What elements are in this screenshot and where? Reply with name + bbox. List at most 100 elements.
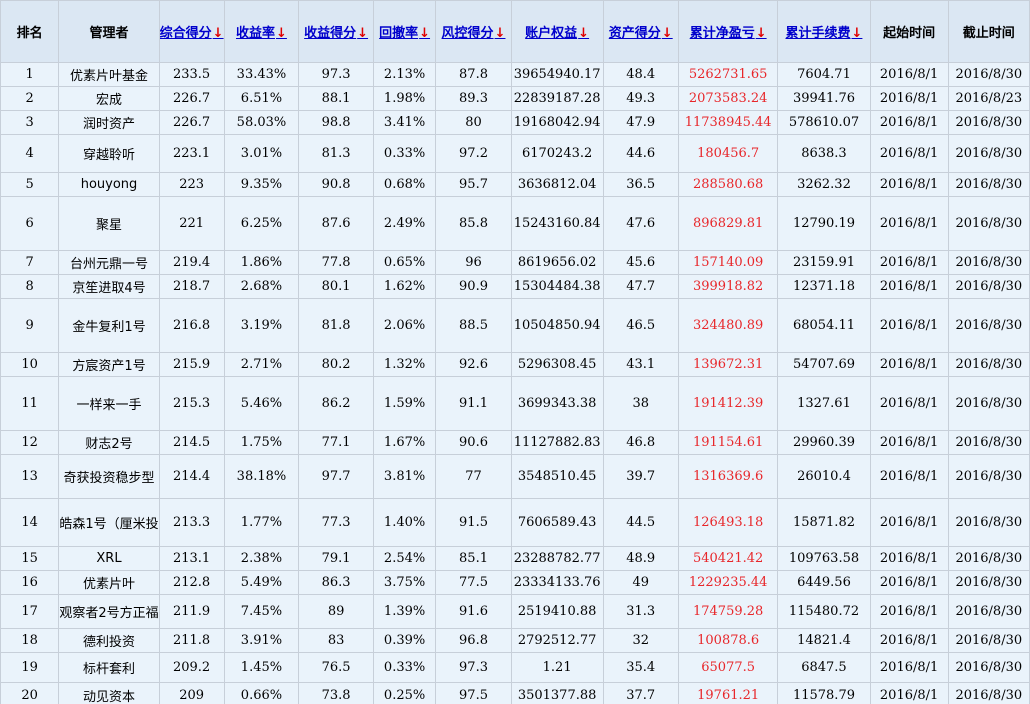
table-row[interactable]: 18 德利投资 211.8 3.91% 83 0.39% 96.8 2792512.77 32 1… — [0, 628, 1030, 653]
cell-drawdown-rate[interactable]: 1.32% — [372, 352, 437, 377]
header-return-score[interactable]: 收益得分↓ — [298, 0, 374, 63]
cell-cum-net-pnl[interactable]: 324480.89 — [677, 298, 779, 353]
cell-start-date[interactable]: 2016/8/1 — [869, 274, 949, 299]
cell-risk-score[interactable]: 97.3 — [435, 652, 512, 683]
cell-total-score[interactable]: 209 — [158, 682, 225, 704]
cell-cum-net-pnl[interactable]: 1229235.44 — [677, 570, 779, 595]
cell-end-date[interactable]: 2016/8/30 — [947, 454, 1030, 499]
cell-risk-score[interactable]: 90.6 — [435, 430, 512, 455]
cell-risk-score[interactable]: 91.6 — [435, 594, 512, 629]
cell-account-equity[interactable]: 19168042.94 — [510, 110, 604, 135]
cell-account-equity[interactable]: 8619656.02 — [510, 250, 604, 275]
cell-rank[interactable]: 20 — [0, 682, 60, 704]
cell-cum-fee[interactable]: 1327.61 — [777, 376, 871, 431]
cell-account-equity[interactable]: 6170243.2 — [510, 134, 604, 173]
cell-start-date[interactable]: 2016/8/1 — [869, 376, 949, 431]
cell-return-score[interactable]: 83 — [298, 628, 374, 653]
cell-manager[interactable]: 标杆套利 — [58, 652, 160, 683]
cell-total-score[interactable]: 213.3 — [158, 498, 225, 547]
cell-total-score[interactable]: 213.1 — [158, 546, 225, 571]
cell-account-equity[interactable]: 11127882.83 — [510, 430, 604, 455]
cell-drawdown-rate[interactable]: 1.62% — [372, 274, 437, 299]
cell-end-date[interactable]: 2016/8/30 — [947, 628, 1030, 653]
cell-cum-net-pnl[interactable]: 65077.5 — [677, 652, 779, 683]
cell-account-equity[interactable]: 10504850.94 — [510, 298, 604, 353]
cell-account-equity[interactable]: 5296308.45 — [510, 352, 604, 377]
cell-account-equity[interactable]: 3548510.45 — [510, 454, 604, 499]
table-row[interactable]: 3 润时资产 226.7 58.03% 98.8 3.41% 80 19168042.94 47… — [0, 110, 1030, 135]
cell-rank[interactable]: 1 — [0, 62, 60, 87]
cell-account-equity[interactable]: 15304484.38 — [510, 274, 604, 299]
cell-total-score[interactable]: 215.3 — [158, 376, 225, 431]
cell-cum-net-pnl[interactable]: 2073583.24 — [677, 86, 779, 111]
cell-account-equity[interactable]: 3636812.04 — [510, 172, 604, 197]
header-cum-fee[interactable]: 累计手续费↓ — [777, 0, 871, 63]
cell-cum-net-pnl[interactable]: 100878.6 — [677, 628, 779, 653]
cell-end-date[interactable]: 2016/8/30 — [947, 570, 1030, 595]
cell-rank[interactable]: 19 — [0, 652, 60, 683]
header-total-score[interactable]: 综合得分↓ — [158, 0, 225, 63]
cell-end-date[interactable]: 2016/8/30 — [947, 250, 1030, 275]
cell-return-score[interactable]: 88.1 — [298, 86, 374, 111]
cell-account-equity[interactable]: 15243160.84 — [510, 196, 604, 251]
cell-manager[interactable]: 奇获投资稳步型 — [58, 454, 160, 499]
cell-total-score[interactable]: 223 — [158, 172, 225, 197]
cell-manager[interactable]: 财志2号 — [58, 430, 160, 455]
cell-manager[interactable]: 皓森1号（厘米投 — [58, 498, 160, 547]
cell-drawdown-rate[interactable]: 1.98% — [372, 86, 437, 111]
cell-end-date[interactable]: 2016/8/30 — [947, 352, 1030, 377]
cell-return-score[interactable]: 97.3 — [298, 62, 374, 87]
cell-asset-score[interactable]: 43.1 — [602, 352, 679, 377]
cell-risk-score[interactable]: 80 — [435, 110, 512, 135]
cell-end-date[interactable]: 2016/8/30 — [947, 546, 1030, 571]
cell-cum-fee[interactable]: 12790.19 — [777, 196, 871, 251]
cell-cum-fee[interactable]: 7604.71 — [777, 62, 871, 87]
cell-end-date[interactable]: 2016/8/30 — [947, 134, 1030, 173]
table-row[interactable]: 13 奇获投资稳步型 214.4 38.18% 97.7 3.81% 77 3548510.4… — [0, 454, 1030, 499]
cell-return-rate[interactable]: 1.75% — [223, 430, 300, 455]
cell-return-score[interactable]: 86.3 — [298, 570, 374, 595]
cell-cum-net-pnl[interactable]: 288580.68 — [677, 172, 779, 197]
cell-manager[interactable]: 台州元鼎一号 — [58, 250, 160, 275]
cell-account-equity[interactable]: 39654940.17 — [510, 62, 604, 87]
table-row[interactable]: 1 优素片叶基金 233.5 33.43% 97.3 2.13% 87.8 39654940.… — [0, 62, 1030, 87]
cell-end-date[interactable]: 2016/8/30 — [947, 430, 1030, 455]
table-row[interactable]: 9 金牛复利1号 216.8 3.19% 81.8 2.06% 88.5 10504850.9… — [0, 298, 1030, 353]
cell-return-rate[interactable]: 6.25% — [223, 196, 300, 251]
cell-total-score[interactable]: 226.7 — [158, 86, 225, 111]
cell-total-score[interactable]: 214.5 — [158, 430, 225, 455]
cell-risk-score[interactable]: 77.5 — [435, 570, 512, 595]
cell-start-date[interactable]: 2016/8/1 — [869, 352, 949, 377]
cell-return-rate[interactable]: 2.38% — [223, 546, 300, 571]
cell-cum-fee[interactable]: 8638.3 — [777, 134, 871, 173]
cell-return-rate[interactable]: 3.19% — [223, 298, 300, 353]
cell-end-date[interactable]: 2016/8/30 — [947, 682, 1030, 704]
cell-asset-score[interactable]: 39.7 — [602, 454, 679, 499]
cell-end-date[interactable]: 2016/8/30 — [947, 652, 1030, 683]
cell-risk-score[interactable]: 96.8 — [435, 628, 512, 653]
cell-return-rate[interactable]: 0.66% — [223, 682, 300, 704]
cell-asset-score[interactable]: 44.6 — [602, 134, 679, 173]
cell-cum-fee[interactable]: 15871.82 — [777, 498, 871, 547]
cell-cum-fee[interactable]: 11578.79 — [777, 682, 871, 704]
cell-return-rate[interactable]: 5.49% — [223, 570, 300, 595]
cell-manager[interactable]: 优素片叶 — [58, 570, 160, 595]
cell-start-date[interactable]: 2016/8/1 — [869, 498, 949, 547]
cell-return-score[interactable]: 76.5 — [298, 652, 374, 683]
cell-asset-score[interactable]: 46.8 — [602, 430, 679, 455]
cell-return-score[interactable]: 77.8 — [298, 250, 374, 275]
cell-rank[interactable]: 11 — [0, 376, 60, 431]
cell-start-date[interactable]: 2016/8/1 — [869, 62, 949, 87]
cell-account-equity[interactable]: 23334133.76 — [510, 570, 604, 595]
cell-cum-fee[interactable]: 115480.72 — [777, 594, 871, 629]
cell-drawdown-rate[interactable]: 1.40% — [372, 498, 437, 547]
cell-asset-score[interactable]: 48.4 — [602, 62, 679, 87]
cell-manager[interactable]: 方宸资产1号 — [58, 352, 160, 377]
cell-drawdown-rate[interactable]: 3.41% — [372, 110, 437, 135]
cell-rank[interactable]: 8 — [0, 274, 60, 299]
header-cum-net-pnl[interactable]: 累计净盈亏↓ — [677, 0, 779, 63]
cell-return-score[interactable]: 73.8 — [298, 682, 374, 704]
cell-rank[interactable]: 13 — [0, 454, 60, 499]
cell-end-date[interactable]: 2016/8/30 — [947, 196, 1030, 251]
cell-risk-score[interactable]: 89.3 — [435, 86, 512, 111]
